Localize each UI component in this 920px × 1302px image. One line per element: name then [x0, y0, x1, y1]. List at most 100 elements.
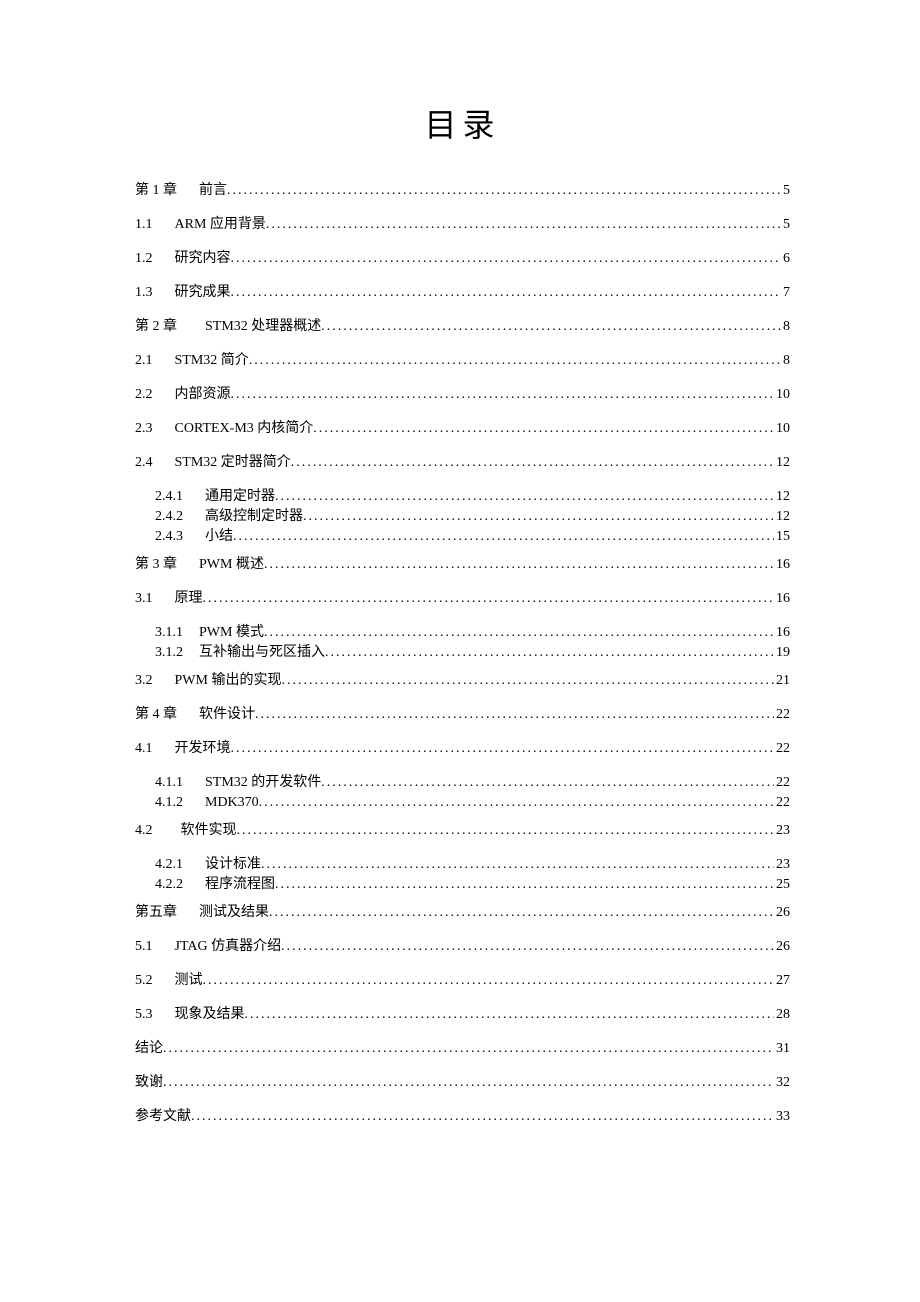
toc-entry-title: 测试 — [175, 973, 203, 988]
toc-entry-page: 21 — [774, 674, 790, 688]
toc-entry-number: 5.1 — [135, 940, 153, 954]
toc-entry-title: 现象及结果 — [175, 1007, 245, 1022]
toc-entry-title: 程序流程图 — [205, 877, 275, 892]
toc-entry-number: 4.1 — [135, 742, 153, 756]
toc-entry-number: 2.1 — [135, 354, 153, 368]
toc-leader-dots — [275, 878, 774, 892]
toc-entry-label: 5.3 现象及结果 — [135, 1008, 245, 1022]
toc-entry-number: 5.3 — [135, 1008, 153, 1022]
toc-entry-number: 第 2 章 — [135, 320, 177, 334]
toc-entry-number: 3.1.1 — [155, 626, 183, 640]
toc-entry-page: 12 — [774, 490, 790, 504]
toc-entry-label: 2.4.2高级控制定时器 — [155, 510, 303, 524]
toc-entry-label: 4.1 开发环境 — [135, 742, 231, 756]
toc-leader-dots — [255, 708, 774, 722]
toc-entry-page: 8 — [781, 320, 790, 334]
toc-entry: 2.2内部资源10 — [135, 388, 790, 402]
toc-leader-dots — [203, 592, 775, 606]
toc-entry-title: 内部资源 — [175, 387, 231, 402]
toc-entry-title: JTAG 仿真器介绍 — [175, 939, 282, 954]
toc-leader-dots — [261, 858, 774, 872]
toc-entry-number: 2.3 — [135, 422, 153, 436]
toc-leader-dots — [249, 354, 781, 368]
toc-entry-label: 致谢 — [135, 1076, 163, 1090]
toc-entry-label: 2.2内部资源 — [135, 388, 231, 402]
toc-entry: 2.4.3小结15 — [135, 530, 790, 544]
toc-leader-dots — [303, 510, 774, 524]
table-of-contents: 第 1 章前言51.1ARM 应用背景51.2研究内容61.3研究成果7第 2 … — [135, 184, 790, 1124]
toc-entry-title: CORTEX-M3 内核简介 — [175, 421, 314, 436]
toc-entry-title: PWM 概述 — [199, 557, 264, 572]
toc-entry-page: 23 — [774, 858, 790, 872]
toc-leader-dots — [281, 940, 774, 954]
toc-leader-dots — [233, 530, 774, 544]
toc-entry: 2.1 STM32 简介 8 — [135, 354, 790, 368]
toc-entry-number: 4.1.1 — [155, 776, 183, 790]
toc-entry-page: 16 — [774, 558, 790, 572]
toc-entry-page: 15 — [774, 530, 790, 544]
toc-entry-page: 16 — [774, 626, 790, 640]
toc-entry-label: 5.1 JTAG 仿真器介绍 — [135, 940, 281, 954]
toc-entry: 1.1 ARM 应用背景 5 — [135, 218, 790, 232]
toc-entry-page: 32 — [774, 1076, 790, 1090]
toc-leader-dots — [291, 456, 774, 470]
toc-leader-dots — [275, 490, 774, 504]
toc-entry-label: 第 2 章STM32 处理器概述 — [135, 320, 321, 334]
toc-entry-page: 10 — [774, 422, 790, 436]
toc-entry-page: 16 — [774, 592, 790, 606]
toc-entry-title: ARM 应用背景 — [175, 217, 266, 232]
toc-entry-number: 1.1 — [135, 218, 153, 232]
toc-entry-number: 3.2 — [135, 674, 153, 688]
toc-entry-page: 5 — [781, 218, 790, 232]
toc-entry-number: 第 3 章 — [135, 558, 177, 572]
toc-leader-dots — [321, 320, 781, 334]
toc-leader-dots — [281, 674, 774, 688]
toc-entry-page: 8 — [781, 354, 790, 368]
toc-entry-number: 1.2 — [135, 252, 153, 266]
toc-entry: 4.1.1STM32 的开发软件22 — [135, 776, 790, 790]
toc-entry-label: 2.4.1通用定时器 — [155, 490, 275, 504]
toc-leader-dots — [266, 218, 781, 232]
toc-leader-dots — [325, 646, 774, 660]
toc-entry: 3.1.1PWM 模式16 — [135, 626, 790, 640]
toc-entry-page: 26 — [774, 940, 790, 954]
toc-entry-title: 开发环境 — [175, 741, 231, 756]
toc-entry-title: MDK370 — [205, 795, 259, 810]
toc-entry-number: 第五章 — [135, 906, 177, 920]
toc-entry-label: 4.2软件实现 — [135, 824, 237, 838]
toc-entry-title: 软件设计 — [199, 707, 255, 722]
toc-entry-page: 26 — [774, 906, 790, 920]
toc-entry-title: STM32 的开发软件 — [205, 775, 321, 790]
toc-entry-label: 4.1.2MDK370 — [155, 796, 259, 810]
toc-entry: 3.1原理 16 — [135, 592, 790, 606]
toc-leader-dots — [203, 974, 775, 988]
toc-entry-label: 3.1原理 — [135, 592, 203, 606]
toc-leader-dots — [163, 1076, 774, 1090]
toc-entry-page: 25 — [774, 878, 790, 892]
toc-entry: 第 1 章前言5 — [135, 184, 790, 198]
toc-entry: 4.2软件实现23 — [135, 824, 790, 838]
toc-entry-title: 软件实现 — [181, 823, 237, 838]
toc-entry-title: 小结 — [205, 529, 233, 544]
toc-leader-dots — [231, 252, 782, 266]
toc-leader-dots — [231, 286, 782, 300]
toc-entry-label: 1.3研究成果 — [135, 286, 231, 300]
toc-entry-page: 31 — [774, 1042, 790, 1056]
toc-entry-title: 结论 — [135, 1041, 163, 1056]
toc-sublist: 3.1.1PWM 模式16 3.1.2互补输出与死区插入19 — [135, 626, 790, 660]
toc-entry-label: 结论 — [135, 1042, 163, 1056]
toc-entry: 5.2测试27 — [135, 974, 790, 988]
toc-entry-page: 5 — [781, 184, 790, 198]
toc-entry-page: 27 — [774, 974, 790, 988]
toc-entry-label: 1.2研究内容 — [135, 252, 231, 266]
toc-entry-title: STM32 简介 — [175, 353, 249, 368]
toc-entry: 5.1 JTAG 仿真器介绍 26 — [135, 940, 790, 954]
toc-entry-label: 2.3 CORTEX-M3 内核简介 — [135, 422, 313, 436]
toc-entry-title: 原理 — [175, 591, 203, 606]
toc-entry: 3.1.2互补输出与死区插入19 — [135, 646, 790, 660]
toc-entry-title: 高级控制定时器 — [205, 509, 303, 524]
toc-entry-title: 互补输出与死区插入 — [199, 645, 325, 660]
toc-entry: 致谢 32 — [135, 1076, 790, 1090]
toc-entry: 参考文献33 — [135, 1110, 790, 1124]
toc-entry: 4.1开发环境22 — [135, 742, 790, 756]
